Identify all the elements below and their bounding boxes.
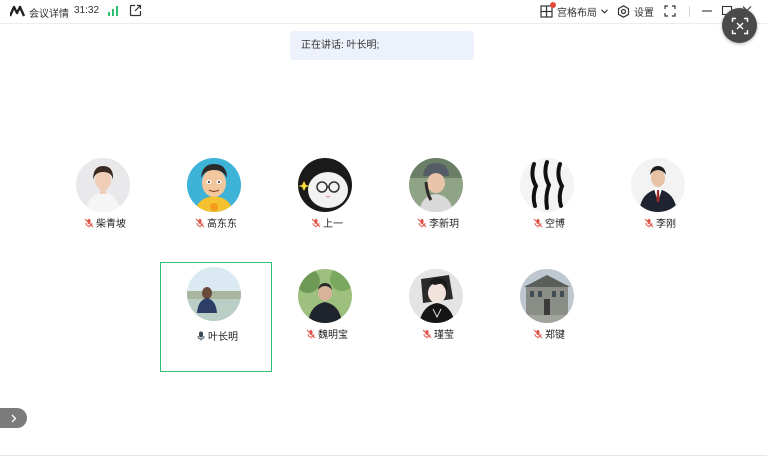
participant-name: 上一 xyxy=(323,219,343,230)
participant-tile-active-speaker[interactable]: 叶长明 xyxy=(160,262,272,372)
avatar xyxy=(409,269,463,323)
settings-label: 设置 xyxy=(634,7,654,19)
avatar xyxy=(187,267,241,321)
participant-name: 柴青坡 xyxy=(96,219,126,230)
participant-tile[interactable]: 魏明宝 xyxy=(271,266,383,376)
participant-name-row: 瑾莹 xyxy=(382,326,494,341)
participant-tile[interactable]: 郑键 xyxy=(493,266,605,376)
fullscreen-icon[interactable] xyxy=(664,5,676,17)
avatar xyxy=(520,269,574,323)
gear-icon xyxy=(617,4,630,18)
avatar xyxy=(76,158,130,212)
signal-strength-icon xyxy=(108,6,118,16)
participant-name: 郑键 xyxy=(545,330,565,341)
meeting-details-title[interactable]: 会议详情 xyxy=(29,5,69,20)
mic-muted-icon xyxy=(533,329,543,338)
mic-muted-icon xyxy=(306,329,316,338)
mic-muted-icon xyxy=(417,218,427,227)
avatar xyxy=(298,158,352,212)
app-logo-icon xyxy=(10,5,26,17)
mic-muted-icon xyxy=(533,218,543,227)
active-speaker-banner: 正在讲话: 叶长明; xyxy=(290,31,474,60)
participant-tile[interactable]: 上一 xyxy=(271,155,383,265)
popout-icon[interactable] xyxy=(129,4,142,17)
bottom-divider xyxy=(0,455,767,456)
mic-muted-icon xyxy=(195,218,205,227)
avatar xyxy=(409,158,463,212)
avatar xyxy=(298,269,352,323)
screenshot-icon xyxy=(731,17,748,34)
grid-layout-label: 宫格布局 xyxy=(557,7,597,19)
toolbar-divider xyxy=(689,6,690,17)
participant-name-row: 上一 xyxy=(271,215,383,230)
title-bar: 会议详情 31:32 宫格布局 设置 xyxy=(0,0,767,24)
avatar xyxy=(631,158,685,212)
participant-tile[interactable]: 高东东 xyxy=(160,155,272,265)
chevron-down-icon xyxy=(601,8,608,14)
mic-muted-icon xyxy=(644,218,654,227)
participant-name-row: 高东东 xyxy=(160,215,272,230)
expand-sidebar-button[interactable] xyxy=(0,408,27,428)
mic-muted-icon xyxy=(84,218,94,227)
participant-tile[interactable]: 李刚 xyxy=(604,155,716,265)
screenshot-button[interactable] xyxy=(722,8,757,43)
participant-name: 李刚 xyxy=(656,219,676,230)
participant-tile[interactable]: 柴青坡 xyxy=(49,155,161,265)
chevron-right-icon xyxy=(11,414,16,422)
participant-name-row: 魏明宝 xyxy=(271,326,383,341)
participant-name: 叶长明 xyxy=(208,332,238,343)
participant-name: 李新玥 xyxy=(429,219,459,230)
participant-name: 空博 xyxy=(545,219,565,230)
participant-name-row: 郑键 xyxy=(493,326,605,341)
participant-tile[interactable]: 空博 xyxy=(493,155,605,265)
participant-name-row: 空博 xyxy=(493,215,605,230)
participant-name: 高东东 xyxy=(207,219,237,230)
avatar xyxy=(187,158,241,212)
participant-name: 瑾莹 xyxy=(434,330,454,341)
participant-name: 魏明宝 xyxy=(318,330,348,341)
meeting-timer: 31:32 xyxy=(74,5,100,16)
mic-muted-icon xyxy=(422,329,432,338)
participant-name-row: 叶长明 xyxy=(161,328,273,343)
notification-dot xyxy=(550,2,556,8)
participant-tile[interactable]: 瑾莹 xyxy=(382,266,494,376)
grid-layout-button[interactable]: 宫格布局 xyxy=(540,2,608,19)
mic-speaking-icon xyxy=(197,331,205,340)
settings-button[interactable]: 设置 xyxy=(617,3,654,19)
participant-name-row: 柴青坡 xyxy=(49,215,161,230)
participant-tile[interactable]: 李新玥 xyxy=(382,155,494,265)
minimize-icon[interactable] xyxy=(701,4,713,17)
participant-name-row: 李新玥 xyxy=(382,215,494,230)
avatar xyxy=(520,158,574,212)
mic-muted-icon xyxy=(311,218,321,227)
participant-name-row: 李刚 xyxy=(604,215,716,230)
